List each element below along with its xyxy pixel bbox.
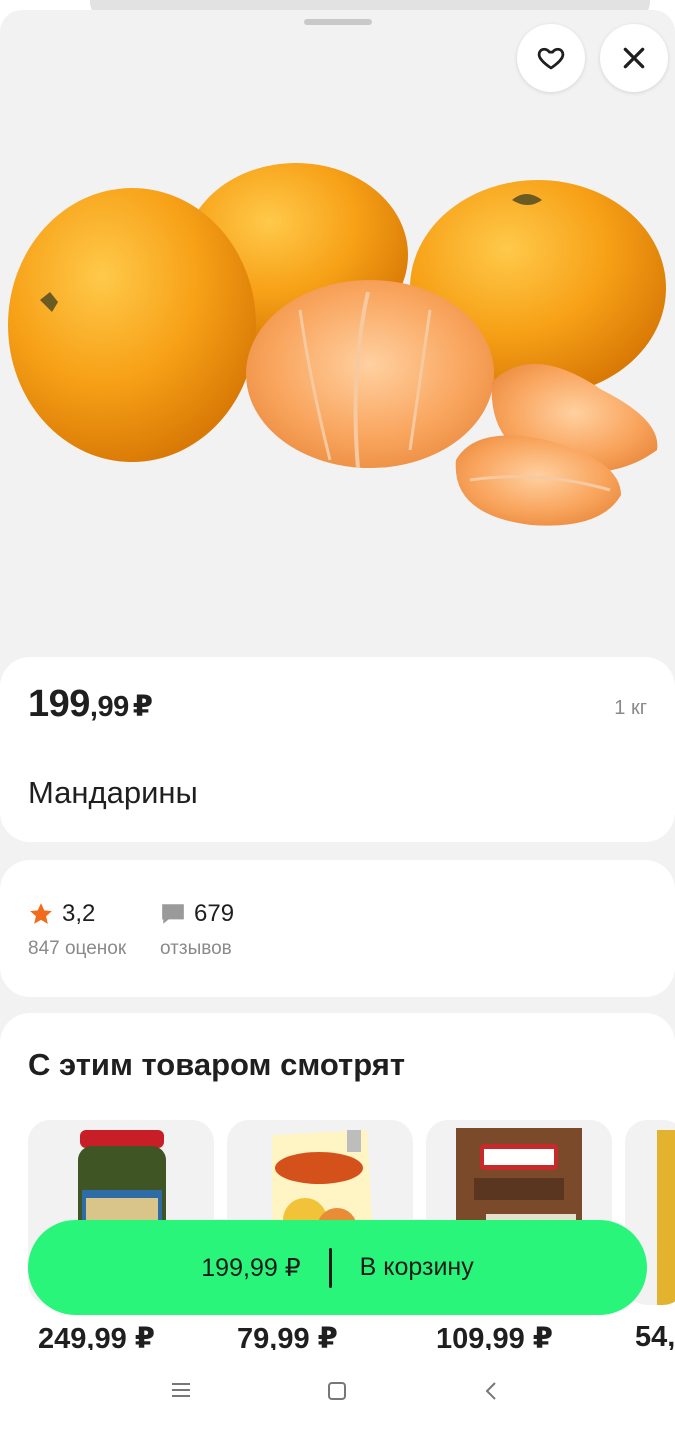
reviews-count[interactable]: 679 — [160, 900, 234, 928]
rating-score[interactable]: 3,2 — [28, 900, 95, 928]
product-image — [8, 163, 666, 526]
product-name: Мандарины — [28, 775, 198, 810]
product-price: 199,99 ₽ — [28, 683, 153, 725]
heart-outline-icon — [537, 47, 565, 70]
home-square-icon[interactable] — [327, 1381, 347, 1401]
star-icon — [30, 903, 52, 924]
recommendations-title: С этим товаром смотрят — [28, 1047, 406, 1082]
system-navigation-bar — [0, 1350, 675, 1433]
ratings-count: 847 оценок — [28, 938, 127, 959]
close-button[interactable] — [600, 24, 668, 92]
cta-separator — [328, 1247, 332, 1288]
cta-label: В корзину — [359, 1253, 474, 1281]
favorite-button[interactable] — [517, 24, 585, 92]
menu-icon[interactable] — [171, 1382, 191, 1398]
price-card: 199,99 ₽ 1 кг Мандарины — [0, 657, 675, 842]
close-x-icon — [623, 47, 645, 69]
add-to-cart-button[interactable]: 199,99 ₽ В корзину — [28, 1220, 647, 1315]
reviews-label: отзывов — [160, 938, 232, 959]
back-chevron-icon[interactable] — [483, 1381, 499, 1401]
product-weight: 1 кг — [614, 697, 647, 719]
comment-icon — [162, 904, 184, 924]
rating-card[interactable]: 3,2 847 оценок 679 отзывов — [0, 860, 675, 997]
cta-price: 199,99 ₽ — [201, 1253, 301, 1282]
